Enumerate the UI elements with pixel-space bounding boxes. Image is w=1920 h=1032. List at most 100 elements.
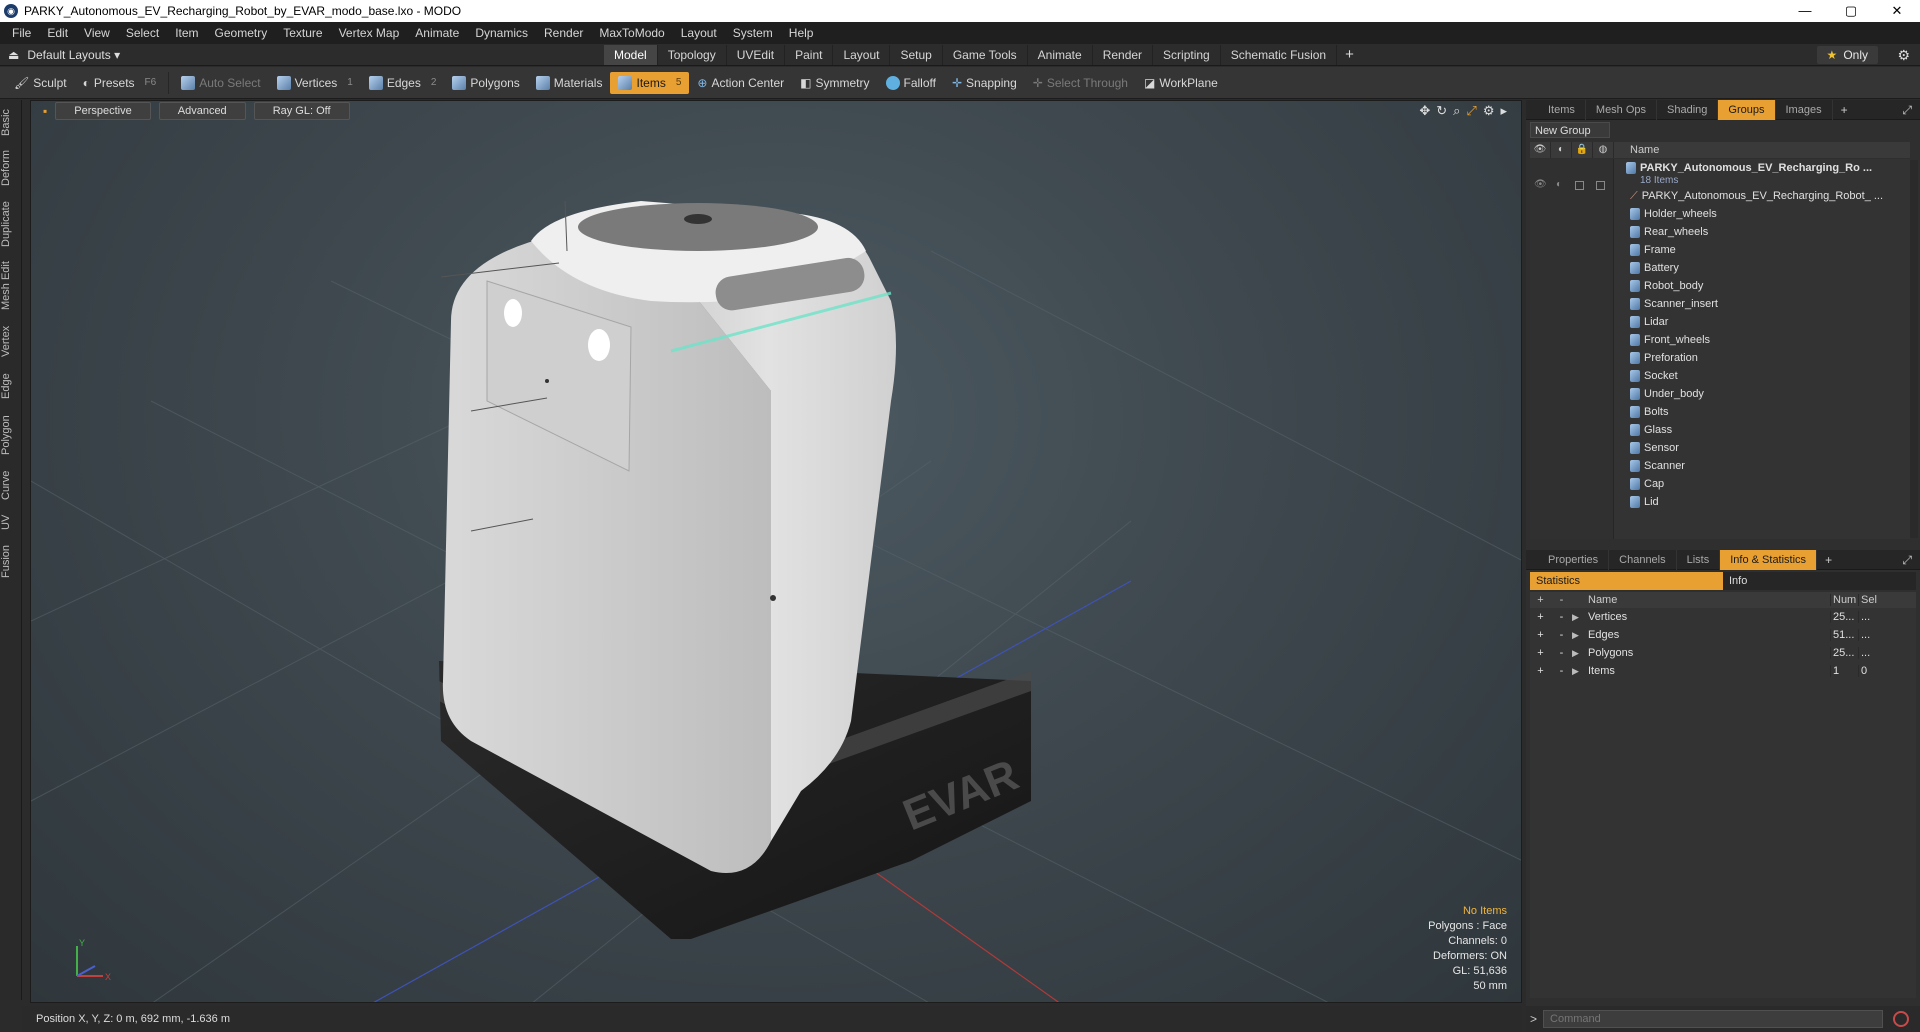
- menu-item[interactable]: Item: [167, 22, 206, 44]
- list-item[interactable]: Holder_wheels: [1630, 205, 1717, 223]
- list-item[interactable]: Sensor: [1630, 439, 1679, 457]
- expand-panel-icon[interactable]: ⤢: [1902, 100, 1912, 120]
- 3d-viewport[interactable]: EVAR ▪ Perspective Advanced Ray GL: Off …: [30, 100, 1522, 1003]
- left-tab-duplicate[interactable]: Duplicate: [0, 196, 22, 252]
- list-item[interactable]: Lidar: [1630, 313, 1668, 331]
- eye-icon[interactable]: 👁: [1534, 179, 1547, 190]
- menu-select[interactable]: Select: [118, 22, 167, 44]
- tab-images[interactable]: Images: [1776, 99, 1833, 120]
- new-group-button[interactable]: New Group: [1530, 122, 1610, 138]
- raygl-button[interactable]: Ray GL: Off: [253, 102, 350, 120]
- perspective-button[interactable]: Perspective: [55, 102, 151, 120]
- menu-render[interactable]: Render: [536, 22, 591, 44]
- tab-paint[interactable]: Paint: [785, 45, 834, 65]
- tab-render[interactable]: Render: [1093, 45, 1154, 65]
- tab-info-statistics[interactable]: Info & Statistics: [1720, 549, 1818, 570]
- tab-uvedit[interactable]: UVEdit: [727, 45, 786, 65]
- snapping-button[interactable]: ✛ Snapping: [944, 72, 1025, 94]
- move-view-icon[interactable]: ✥: [1419, 103, 1430, 119]
- menu-dynamics[interactable]: Dynamics: [467, 22, 536, 44]
- remove-icon[interactable]: -: [1551, 647, 1572, 659]
- expand-icon[interactable]: ▶: [1572, 648, 1586, 659]
- tab-items[interactable]: Items: [1538, 99, 1586, 120]
- add-icon[interactable]: +: [1530, 647, 1551, 659]
- select-checkbox[interactable]: [1596, 181, 1605, 190]
- robot-model[interactable]: EVAR: [439, 200, 1031, 939]
- command-input[interactable]: [1543, 1010, 1884, 1028]
- fit-view-icon[interactable]: ⤢: [1466, 103, 1476, 119]
- add-panel-tab-icon[interactable]: +: [1833, 103, 1856, 117]
- tab-scripting[interactable]: Scripting: [1153, 45, 1221, 65]
- tab-channels[interactable]: Channels: [1609, 549, 1677, 570]
- left-tab-curve[interactable]: Curve: [0, 466, 22, 504]
- list-item[interactable]: Lid: [1630, 493, 1659, 511]
- menu-view[interactable]: View: [76, 22, 118, 44]
- left-tab-uv[interactable]: UV: [0, 510, 22, 534]
- minimize-button[interactable]: —: [1782, 0, 1828, 22]
- menu-help[interactable]: Help: [781, 22, 822, 44]
- left-tab-fusion[interactable]: Fusion: [0, 540, 22, 582]
- table-row[interactable]: + - ▶ Polygons 25... ...: [1530, 644, 1916, 662]
- list-item[interactable]: Cap: [1630, 475, 1664, 493]
- tab-setup[interactable]: Setup: [890, 45, 943, 65]
- expand-icon[interactable]: ▶: [1572, 612, 1586, 623]
- stop-icon[interactable]: [1893, 1011, 1910, 1027]
- left-tab-polygon[interactable]: Polygon: [0, 410, 22, 460]
- table-row[interactable]: + - ▶ Items 1 0: [1530, 662, 1916, 680]
- add-icon[interactable]: +: [1530, 665, 1551, 677]
- subtab-info[interactable]: Info: [1723, 572, 1916, 590]
- gear-icon[interactable]: ⚙: [1897, 46, 1910, 64]
- menu-texture[interactable]: Texture: [275, 22, 330, 44]
- menu-system[interactable]: System: [725, 22, 781, 44]
- list-item[interactable]: Glass: [1630, 421, 1672, 439]
- tab-model[interactable]: Model: [604, 45, 658, 65]
- table-row[interactable]: + - ▶ Vertices 25... ...: [1530, 608, 1916, 626]
- tab-groups[interactable]: Groups: [1718, 99, 1776, 120]
- table-row[interactable]: + - ▶ Edges 51... ...: [1530, 626, 1916, 644]
- menu-geometry[interactable]: Geometry: [207, 22, 276, 44]
- auto-select-button[interactable]: Auto Select: [173, 72, 268, 94]
- layout-toggle-icon[interactable]: ⏏: [8, 44, 19, 66]
- add-icon[interactable]: +: [1530, 629, 1551, 641]
- tab-schematic-fusion[interactable]: Schematic Fusion: [1221, 45, 1338, 65]
- tab-game-tools[interactable]: Game Tools: [943, 45, 1028, 65]
- remove-icon[interactable]: -: [1551, 665, 1572, 677]
- polygons-button[interactable]: Polygons: [444, 72, 527, 94]
- action-center-button[interactable]: ⊕ Action Center: [689, 72, 792, 94]
- edges-button[interactable]: Edges 2: [361, 72, 445, 94]
- presets-button[interactable]: ◐ Presets F6: [75, 72, 165, 94]
- list-item[interactable]: Rear_wheels: [1630, 223, 1708, 241]
- render-toggle-icon[interactable]: ◐: [1556, 179, 1562, 190]
- menu-maxtomodo[interactable]: MaxToModo: [591, 22, 672, 44]
- tab-animate[interactable]: Animate: [1028, 45, 1093, 65]
- left-tab-vertex[interactable]: Vertex: [0, 320, 22, 362]
- menu-file[interactable]: File: [4, 22, 39, 44]
- menu-edit[interactable]: Edit: [39, 22, 76, 44]
- list-item[interactable]: Under_body: [1630, 385, 1704, 403]
- subtab-statistics[interactable]: Statistics: [1530, 572, 1723, 590]
- workplane-button[interactable]: ◪ WorkPlane: [1136, 72, 1226, 94]
- add-panel-tab-icon[interactable]: +: [1817, 553, 1840, 567]
- menu-layout[interactable]: Layout: [673, 22, 725, 44]
- tab-mesh-ops[interactable]: Mesh Ops: [1586, 99, 1658, 120]
- maximize-button[interactable]: ▢: [1828, 0, 1874, 22]
- left-tab-deform[interactable]: Deform: [0, 146, 22, 190]
- remove-icon[interactable]: -: [1551, 611, 1572, 623]
- only-button[interactable]: ★ Only: [1816, 46, 1878, 64]
- advanced-button[interactable]: Advanced: [158, 102, 246, 120]
- tab-properties[interactable]: Properties: [1538, 549, 1610, 570]
- list-item[interactable]: Robot_body: [1630, 277, 1703, 295]
- list-item[interactable]: Frame: [1630, 241, 1676, 259]
- viewport-settings-icon[interactable]: ⚙: [1483, 103, 1495, 119]
- sculpt-button[interactable]: 🖌 Sculpt: [6, 72, 75, 94]
- menu-animate[interactable]: Animate: [407, 22, 467, 44]
- groups-scrollbar[interactable]: [1910, 160, 1918, 538]
- viewport-expand-icon[interactable]: ▸: [1500, 103, 1507, 119]
- add-tab-icon[interactable]: +: [1337, 45, 1362, 65]
- tab-shading[interactable]: Shading: [1657, 99, 1719, 120]
- default-layouts-dropdown[interactable]: Default Layouts ▾: [27, 44, 120, 66]
- zoom-view-icon[interactable]: ⌕: [1453, 103, 1460, 119]
- list-item[interactable]: Battery: [1630, 259, 1679, 277]
- list-item[interactable]: Front_wheels: [1630, 331, 1710, 349]
- expand-icon[interactable]: ▶: [1572, 630, 1586, 641]
